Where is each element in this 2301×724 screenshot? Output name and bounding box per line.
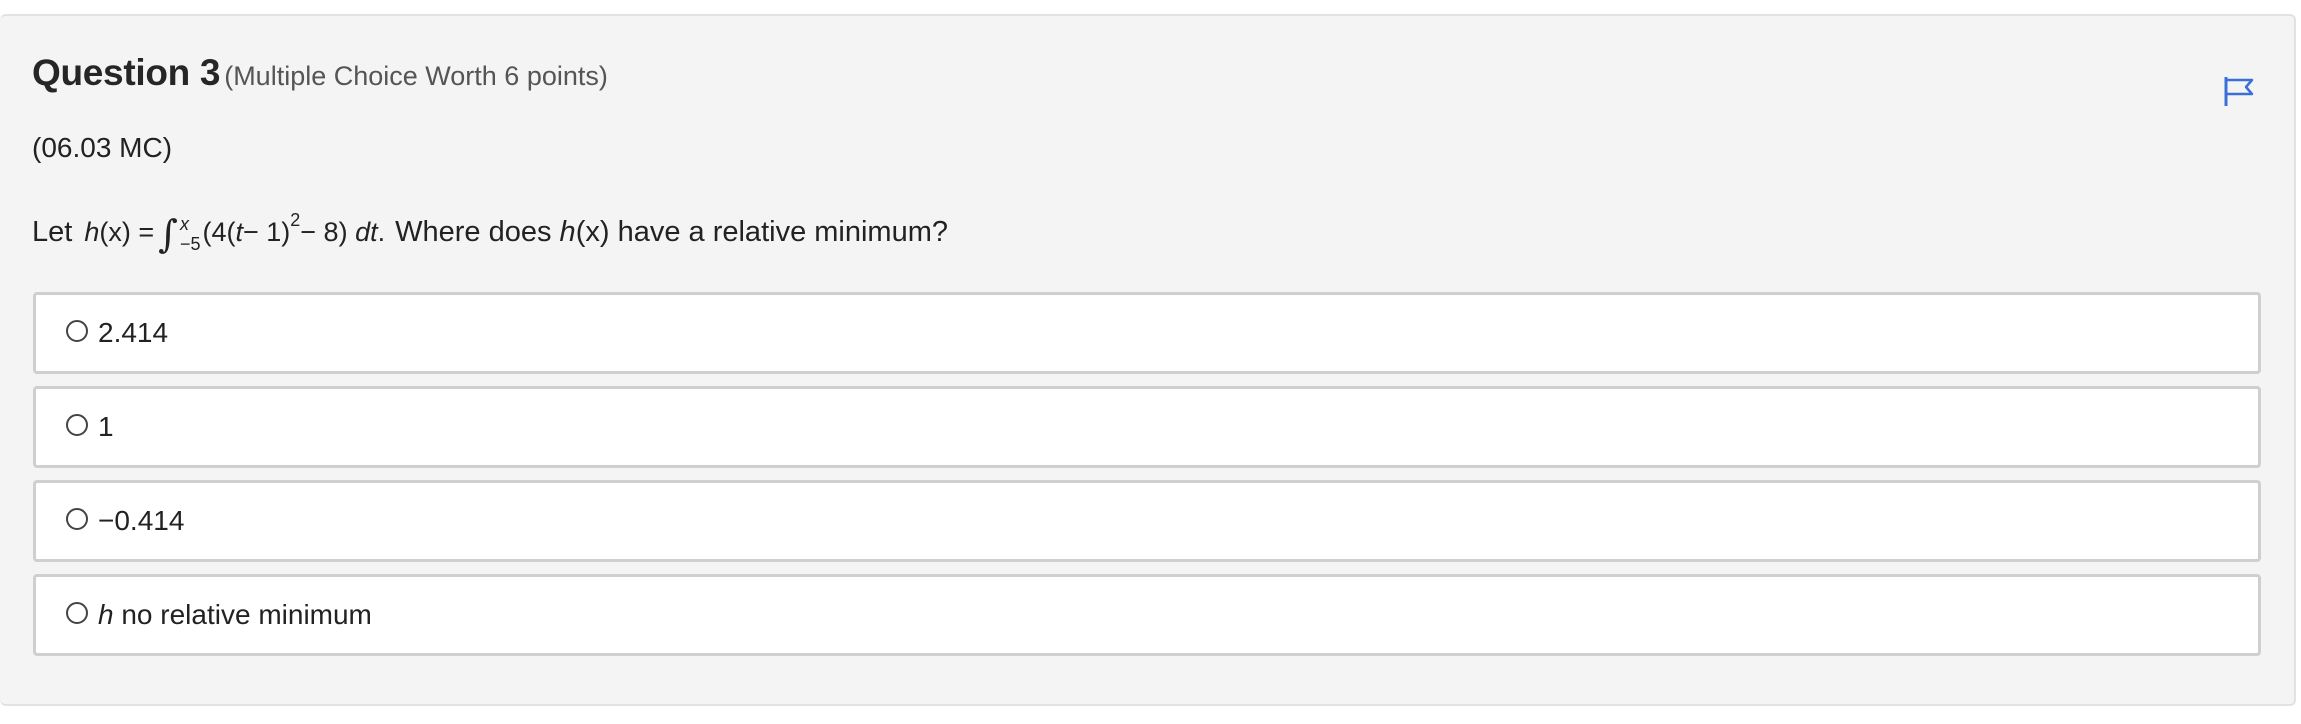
- option-label: 2.414: [98, 317, 169, 348]
- answer-option[interactable]: −0.414: [33, 480, 2261, 562]
- integrand-b: − 1): [242, 216, 291, 247]
- option-label-func: h: [98, 599, 114, 630]
- question-code: (06.03 MC): [32, 132, 173, 163]
- question-title: Question 3: [32, 52, 221, 93]
- question-meta: (Multiple Choice Worth 6 points): [224, 61, 608, 91]
- formula-func: h: [84, 216, 100, 247]
- option-label: 1: [98, 411, 114, 442]
- formula-arg: (x) =: [99, 216, 155, 247]
- answer-options: 2.414 1 −0.414 h no relative minimum: [33, 292, 2261, 668]
- formula-end: .: [377, 216, 386, 247]
- answer-option[interactable]: 2.414: [33, 292, 2261, 374]
- prompt-func: h: [559, 215, 576, 248]
- radio-button[interactable]: [66, 414, 88, 436]
- option-label-text: no relative minimum: [113, 599, 372, 630]
- prompt-prefix: Let: [32, 215, 73, 248]
- integrand-a: (4(: [202, 216, 236, 247]
- option-label: −0.414: [98, 505, 185, 536]
- integrand-t: t: [235, 216, 243, 247]
- integral-formula: h (x) = ∫ x −5 (4(t − 1) 2 − 8) dt.: [84, 209, 386, 256]
- integrand-c: − 8): [300, 216, 348, 247]
- exponent: 2: [290, 209, 301, 230]
- prompt-arg: (x): [575, 215, 610, 248]
- question-header: Question 3 (Multiple Choice Worth 6 poin…: [32, 52, 608, 94]
- answer-option[interactable]: 1: [33, 386, 2261, 468]
- differential: dt: [355, 216, 378, 247]
- radio-button[interactable]: [66, 602, 88, 624]
- question-prompt: Let h (x) = ∫ x −5 (4(t − 1) 2 − 8) dt. Wh…: [32, 209, 948, 256]
- option-label: h no relative minimum: [98, 599, 372, 631]
- answer-option[interactable]: h no relative minimum: [33, 574, 2261, 656]
- integral-limits: x −5: [180, 214, 201, 254]
- flag-icon[interactable]: [2222, 74, 2256, 108]
- prompt-suffix-2: have a relative minimum?: [617, 215, 948, 248]
- radio-button[interactable]: [66, 508, 88, 530]
- radio-button[interactable]: [66, 320, 88, 342]
- lower-limit: −5: [179, 234, 201, 254]
- prompt-suffix-1: Where does: [395, 215, 552, 248]
- integral-sign: ∫: [158, 212, 178, 256]
- upper-limit: x: [179, 214, 189, 234]
